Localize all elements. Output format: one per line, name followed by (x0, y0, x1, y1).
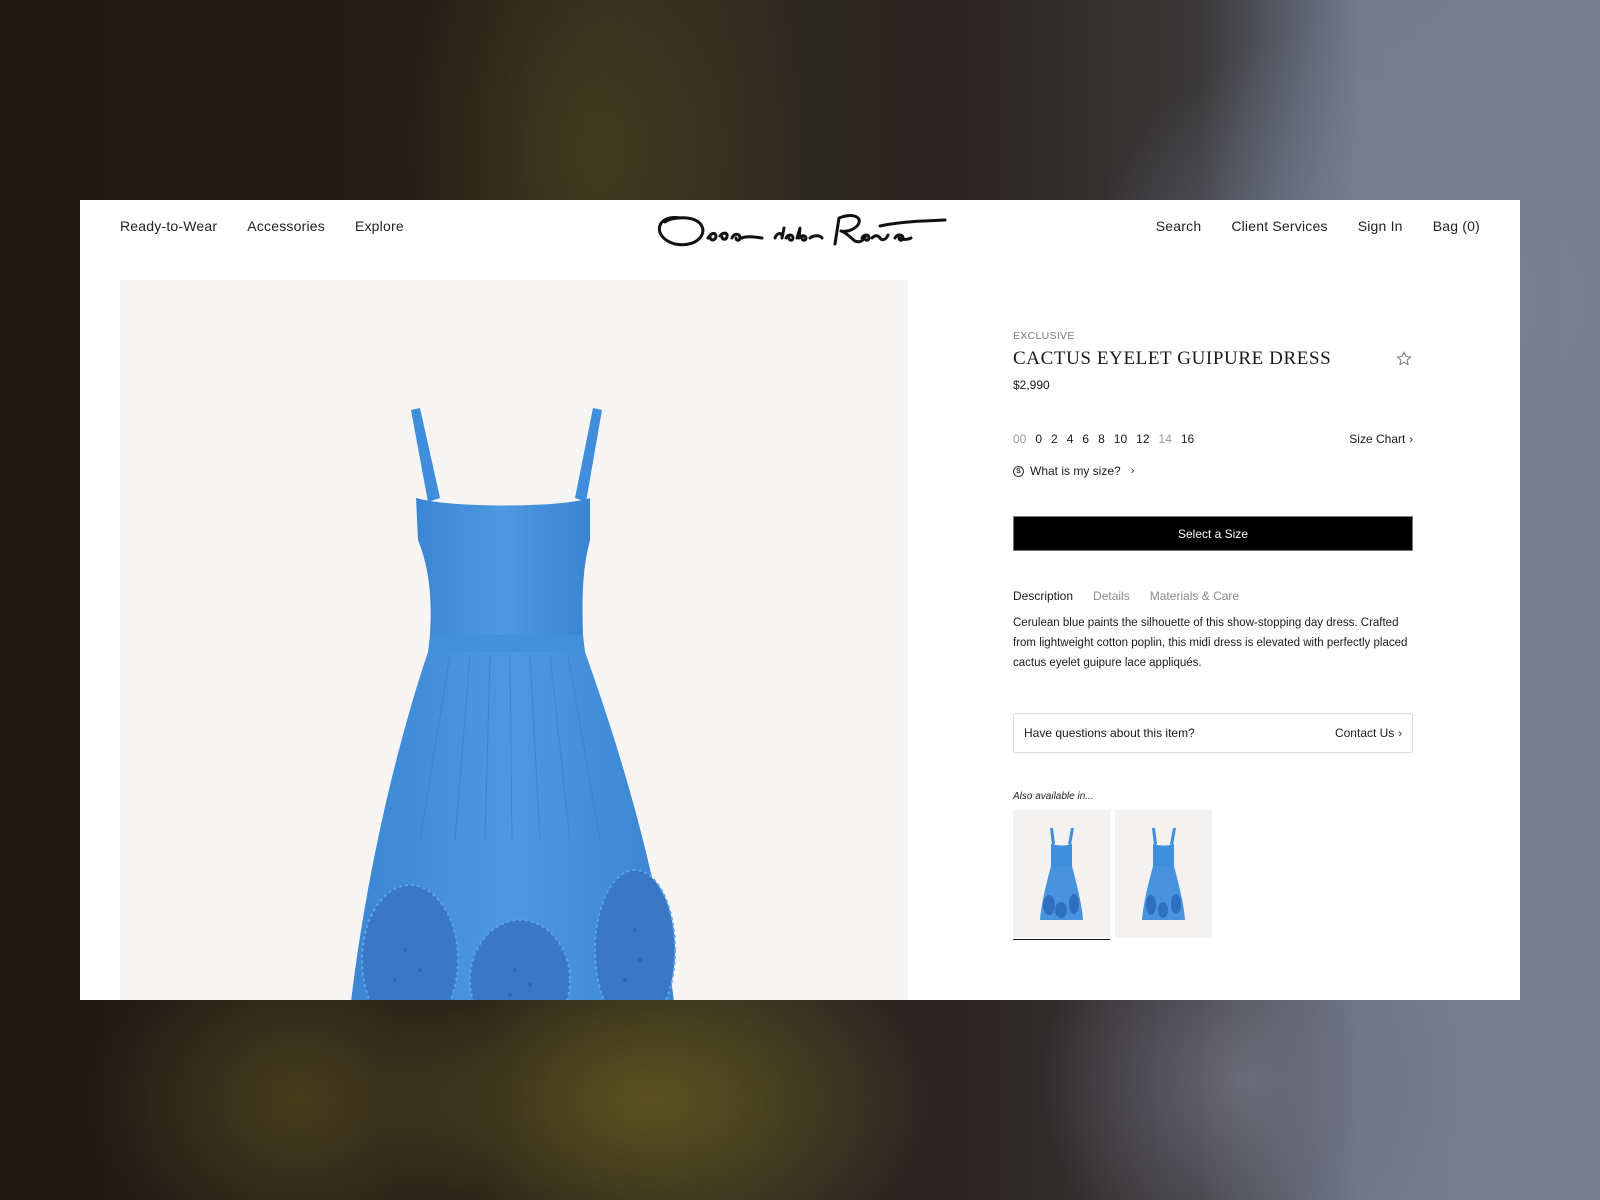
what-is-my-size-label: What is my size? (1030, 464, 1121, 478)
contact-us-label: Contact Us (1334, 726, 1395, 740)
star-outline-icon[interactable] (1395, 350, 1413, 368)
sizes-row: 00 0 2 4 6 8 10 12 14 16 Size Chart › (1013, 432, 1413, 446)
chevron-right-icon: › (1398, 728, 1402, 740)
brand-logo[interactable] (650, 208, 955, 252)
size-option-6[interactable]: 6 (1082, 432, 1089, 446)
dress-thumbnail (1142, 828, 1185, 920)
size-option-12[interactable]: 12 (1136, 432, 1149, 446)
size-advisor-icon: S (1013, 465, 1024, 477)
tab-details[interactable]: Details (1093, 589, 1130, 603)
size-chart-label: Size Chart (1349, 432, 1406, 446)
size-option-0[interactable]: 0 (1035, 432, 1042, 446)
top-nav: Ready-to-Wear Accessories Explore Search… (80, 200, 1520, 256)
tab-materials-care[interactable]: Materials & Care (1150, 589, 1239, 603)
nav-search[interactable]: Search (1156, 218, 1202, 234)
variant-swatch-2[interactable] (1115, 810, 1212, 938)
size-chart-link[interactable]: Size Chart › (1349, 432, 1413, 446)
product-page: Ready-to-Wear Accessories Explore Search… (80, 200, 1520, 1000)
questions-label: Have questions about this item? (1024, 726, 1195, 740)
also-available-label: Also available in... (1013, 791, 1094, 802)
product-details: EXCLUSIVE CACTUS EYELET GUIPURE DRESS $2… (1013, 330, 1413, 940)
dress-thumbnail (1040, 828, 1083, 920)
size-option-2[interactable]: 2 (1051, 432, 1058, 446)
dress-strap-left (411, 408, 440, 502)
size-option-10[interactable]: 10 (1114, 432, 1127, 446)
size-option-14[interactable]: 14 (1159, 432, 1172, 446)
size-selector: 00 0 2 4 6 8 10 12 14 16 (1013, 432, 1194, 446)
contact-us-link[interactable]: Contact Us › (1335, 726, 1402, 740)
nav-accessories[interactable]: Accessories (247, 218, 325, 234)
info-tabs: Description Details Materials & Care (1013, 589, 1413, 603)
chevron-right-icon: › (1130, 465, 1135, 477)
variant-swatches (1013, 810, 1413, 940)
product-image[interactable] (120, 280, 908, 1000)
nav-client-services[interactable]: Client Services (1231, 218, 1327, 234)
size-option-4[interactable]: 4 (1067, 432, 1074, 446)
size-option-8[interactable]: 8 (1098, 432, 1105, 446)
product-description: Cerulean blue paints the silhouette of t… (1013, 617, 1408, 669)
nav-left: Ready-to-Wear Accessories Explore (120, 218, 404, 234)
product-price: $2,990 (1013, 378, 1050, 392)
title-row: CACTUS EYELET GUIPURE DRESS (1013, 348, 1413, 370)
nav-explore[interactable]: Explore (355, 218, 404, 234)
what-is-my-size-link[interactable]: S What is my size? › (1013, 464, 1413, 478)
dress-bodice (416, 498, 590, 635)
questions-box: Have questions about this item? Contact … (1013, 713, 1413, 753)
chevron-right-icon: › (1409, 434, 1413, 446)
nav-ready-to-wear[interactable]: Ready-to-Wear (120, 218, 217, 234)
dress-strap-right (575, 408, 602, 502)
dress-waistband (428, 635, 585, 652)
product-title: CACTUS EYELET GUIPURE DRESS (1013, 348, 1332, 369)
nav-bag[interactable]: Bag (0) (1433, 218, 1480, 234)
exclusive-badge: EXCLUSIVE (1013, 330, 1075, 342)
tab-description[interactable]: Description (1013, 589, 1073, 603)
nav-right: Search Client Services Sign In Bag (0) (1156, 218, 1480, 234)
nav-sign-in[interactable]: Sign In (1358, 218, 1403, 234)
variant-swatch-1[interactable] (1013, 810, 1110, 940)
size-option-16[interactable]: 16 (1181, 432, 1194, 446)
size-option-00[interactable]: 00 (1013, 432, 1026, 446)
dress-illustration (351, 408, 676, 1000)
select-size-button[interactable]: Select a Size (1013, 516, 1413, 551)
